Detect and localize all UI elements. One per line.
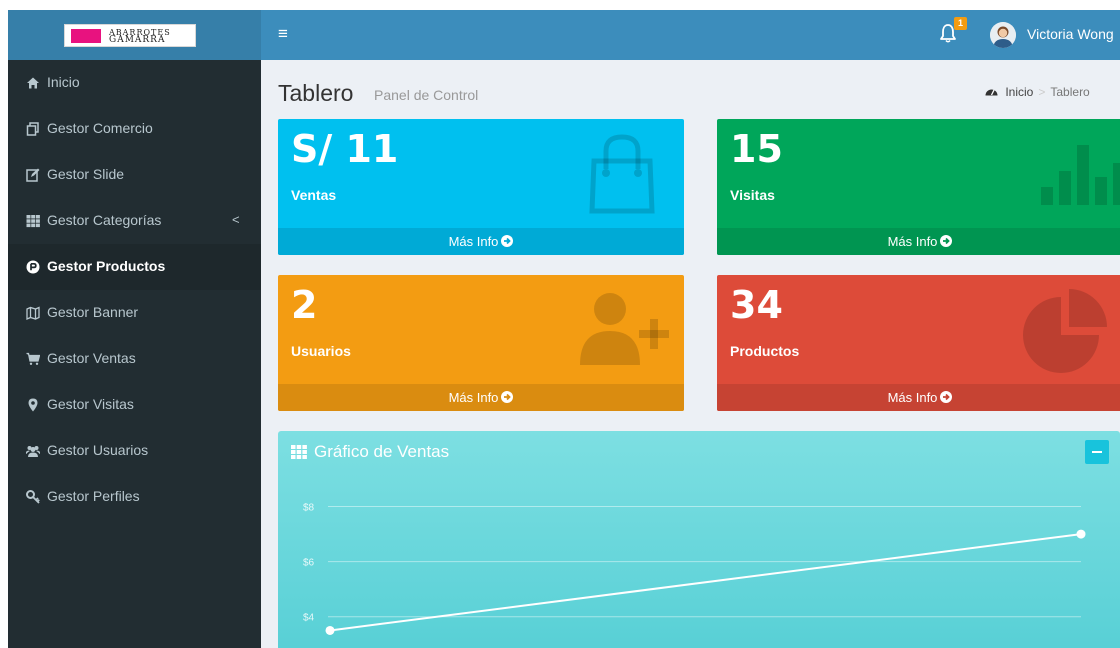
breadcrumb-home-link[interactable]: Inicio bbox=[1005, 85, 1033, 99]
sidebar: Inicio Gestor Comercio Gestor Slide Gest… bbox=[8, 60, 261, 648]
bar-chart-icon bbox=[1041, 145, 1120, 205]
stat-value: 15 bbox=[730, 127, 783, 171]
product-hunt-icon bbox=[26, 260, 40, 274]
y-tick-label: $6 bbox=[303, 558, 315, 569]
sidebar-item-gestor-categorias[interactable]: Gestor Categorías < bbox=[8, 198, 261, 244]
sidebar-item-label: Gestor Comercio bbox=[47, 120, 153, 136]
sales-chart-box: Gráfico de Ventas $4 $6 $8 bbox=[278, 431, 1120, 648]
app-window: ABARROTES GAMARRA ≡ 1 Victoria Wong Inic… bbox=[8, 10, 1120, 648]
notification-badge: 1 bbox=[954, 17, 967, 30]
sidebar-item-label: Gestor Banner bbox=[47, 304, 139, 320]
stat-box-usuarios: 2 Usuarios Más Info bbox=[278, 275, 684, 411]
more-info-label: Más Info bbox=[448, 390, 499, 405]
stat-value: 2 bbox=[291, 283, 318, 327]
sidebar-item-gestor-productos[interactable]: Gestor Productos bbox=[8, 244, 261, 290]
copy-icon bbox=[26, 122, 39, 136]
sidebar-item-gestor-usuarios[interactable]: Gestor Usuarios bbox=[8, 428, 261, 474]
breadcrumb-current: Tablero bbox=[1050, 85, 1090, 99]
user-plus-icon bbox=[580, 293, 669, 365]
key-icon bbox=[26, 490, 40, 504]
stat-box-productos: 34 Productos Más Info bbox=[717, 275, 1120, 411]
sidebar-toggle-icon[interactable]: ≡ bbox=[278, 24, 296, 44]
sidebar-item-gestor-visitas[interactable]: Gestor Visitas bbox=[8, 382, 261, 428]
dashboard-icon bbox=[985, 89, 998, 96]
sidebar-item-gestor-slide[interactable]: Gestor Slide bbox=[8, 152, 261, 198]
more-info-link[interactable]: Más Info bbox=[717, 228, 1120, 255]
stat-value: S/ 11 bbox=[291, 127, 399, 171]
shopping-cart-icon bbox=[26, 352, 40, 365]
sidebar-item-label: Gestor Ventas bbox=[47, 350, 136, 366]
user-name[interactable]: Victoria Wong bbox=[1027, 26, 1114, 42]
sidebar-item-label: Gestor Usuarios bbox=[47, 442, 149, 458]
stat-box-ventas: S/ 11 Ventas Más Info bbox=[278, 119, 684, 255]
more-info-label: Más Info bbox=[887, 234, 938, 249]
pie-chart-icon bbox=[1023, 289, 1107, 373]
logo-text-line2: GAMARRA bbox=[109, 35, 166, 45]
stat-value: 34 bbox=[730, 283, 783, 327]
sidebar-item-gestor-perfiles[interactable]: Gestor Perfiles bbox=[8, 474, 261, 520]
breadcrumb-separator: > bbox=[1038, 85, 1046, 99]
page-subtitle: Panel de Control bbox=[374, 87, 479, 103]
stat-label: Ventas bbox=[291, 187, 337, 203]
more-info-label: Más Info bbox=[448, 234, 499, 249]
th-icon bbox=[26, 215, 40, 228]
data-point[interactable] bbox=[325, 625, 335, 635]
more-info-link[interactable]: Más Info bbox=[717, 384, 1120, 411]
arrow-circle-right-icon bbox=[501, 235, 514, 247]
chevron-left-icon: < bbox=[232, 212, 240, 227]
logo-area[interactable]: ABARROTES GAMARRA bbox=[8, 10, 261, 60]
data-point[interactable] bbox=[1076, 529, 1086, 539]
more-info-label: Más Info bbox=[887, 390, 938, 405]
map-marker-icon bbox=[28, 398, 38, 412]
sidebar-item-label: Gestor Perfiles bbox=[47, 488, 140, 504]
sidebar-item-label: Gestor Visitas bbox=[47, 396, 134, 412]
sidebar-item-label: Gestor Productos bbox=[47, 258, 166, 274]
sidebar-item-label: Gestor Slide bbox=[47, 166, 125, 182]
sidebar-item-gestor-comercio[interactable]: Gestor Comercio bbox=[8, 106, 261, 152]
stat-label: Productos bbox=[730, 343, 800, 359]
map-icon bbox=[26, 306, 40, 320]
top-navbar: ABARROTES GAMARRA ≡ 1 Victoria Wong bbox=[8, 10, 1120, 60]
stat-label: Usuarios bbox=[291, 343, 351, 359]
sales-line-chart: $4 $6 $8 bbox=[303, 503, 1086, 635]
sidebar-item-inicio[interactable]: Inicio bbox=[8, 60, 261, 106]
sidebar-item-label: Gestor Categorías bbox=[47, 212, 162, 228]
more-info-link[interactable]: Más Info bbox=[278, 228, 684, 255]
brand-logo: ABARROTES GAMARRA bbox=[64, 24, 196, 47]
sidebar-item-label: Inicio bbox=[47, 74, 80, 90]
edit-icon bbox=[26, 168, 40, 182]
series-line bbox=[329, 533, 1082, 632]
users-icon bbox=[26, 446, 40, 457]
stat-label: Visitas bbox=[730, 187, 775, 203]
user-avatar[interactable] bbox=[990, 22, 1016, 48]
home-icon bbox=[27, 77, 39, 89]
shopping-bag-icon bbox=[589, 134, 655, 214]
arrow-circle-right-icon bbox=[940, 235, 953, 247]
sidebar-item-gestor-ventas[interactable]: Gestor Ventas bbox=[8, 336, 261, 382]
stat-box-visitas: 15 Visitas Más Info bbox=[717, 119, 1120, 255]
arrow-circle-right-icon bbox=[501, 391, 514, 403]
y-tick-label: $8 bbox=[303, 503, 315, 514]
more-info-link[interactable]: Más Info bbox=[278, 384, 684, 411]
sidebar-item-gestor-banner[interactable]: Gestor Banner bbox=[8, 290, 261, 336]
page-title: Tablero bbox=[278, 80, 354, 106]
y-tick-label: $4 bbox=[303, 613, 315, 624]
arrow-circle-right-icon bbox=[940, 391, 953, 403]
logo-mark-icon bbox=[71, 29, 101, 43]
breadcrumb: Inicio > Tablero bbox=[985, 85, 1090, 99]
